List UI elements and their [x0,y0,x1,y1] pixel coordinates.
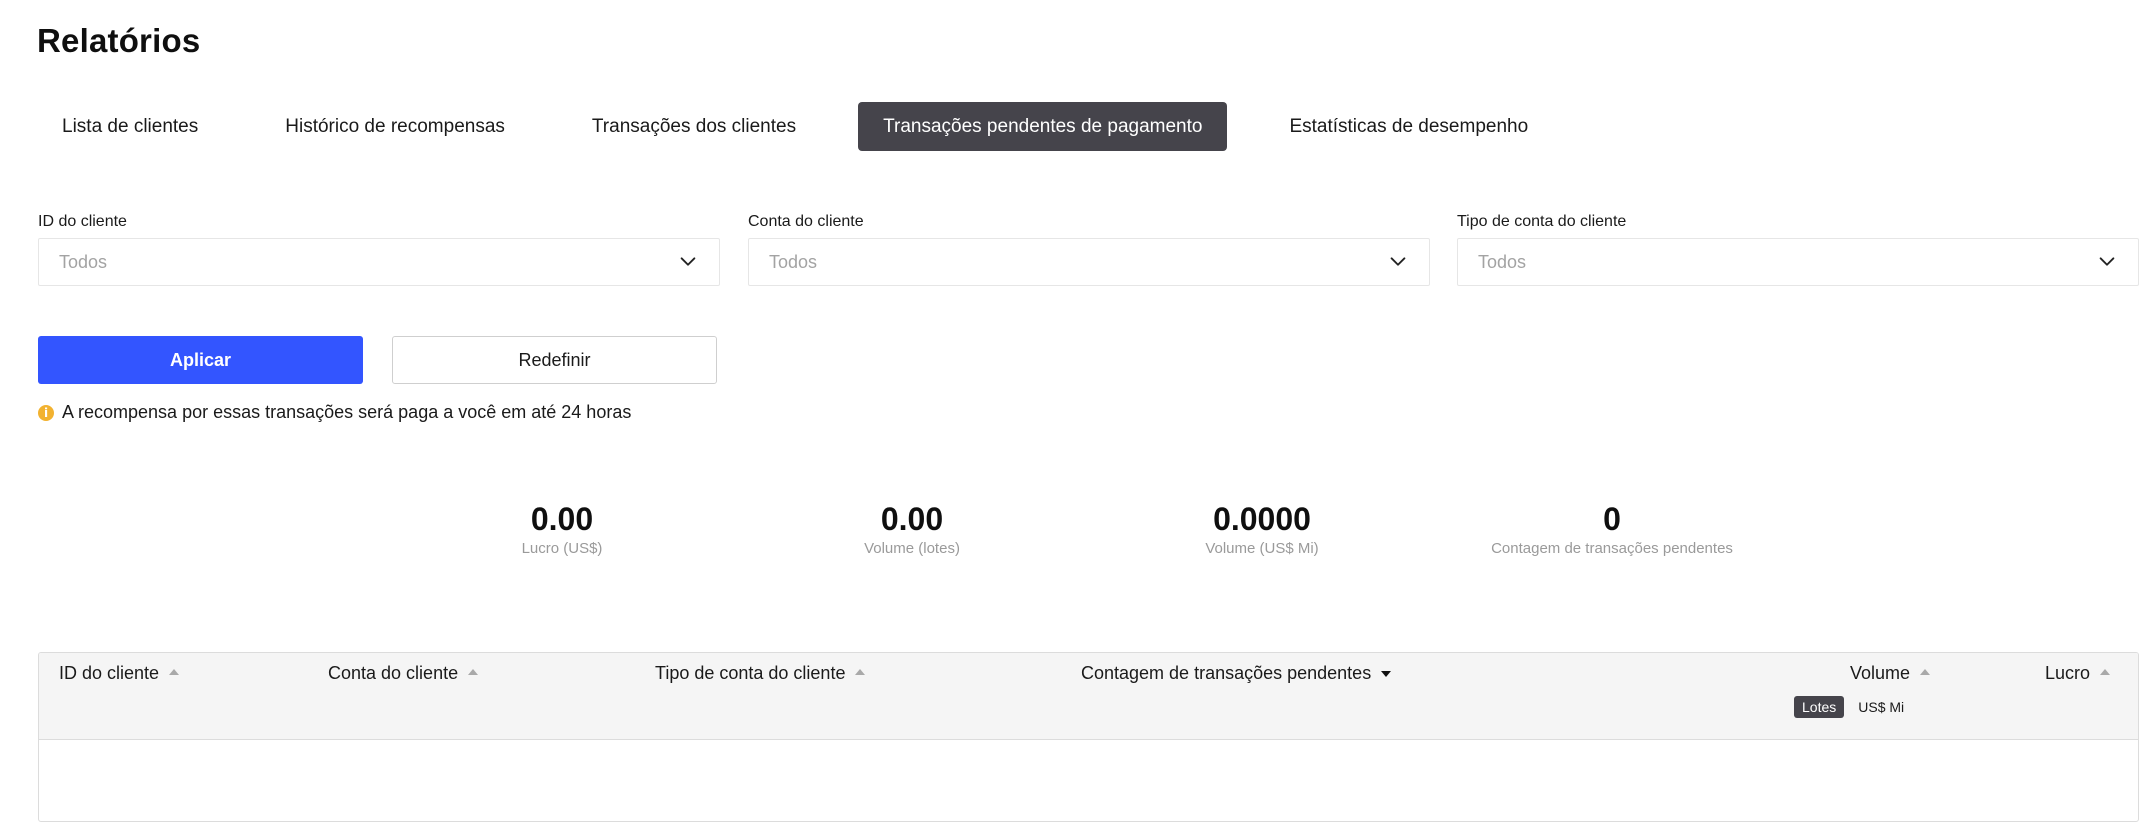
column-header-label: Contagem de transações pendentes [1081,663,1372,683]
sort-asc-icon [855,668,866,675]
apply-button[interactable]: Aplicar [38,336,363,384]
tab-reward-history[interactable]: Histórico de recompensas [260,102,530,151]
chevron-down-icon [1390,257,1406,266]
reset-button[interactable]: Redefinir [392,336,717,384]
filter-client-id: ID do cliente Todos [38,212,720,286]
column-header-label: Conta do cliente [328,663,459,683]
column-header-client-account-type[interactable]: Tipo de conta do cliente [655,663,866,684]
page-title: Relatórios [37,22,201,59]
pending-transactions-table: ID do cliente Conta do cliente Tipo de c… [38,652,2139,822]
sort-asc-icon [169,668,180,675]
stat-profit-label: Lucro (US$) [521,540,603,557]
column-header-label: ID do cliente [59,663,160,683]
unit-usd-million-button[interactable]: US$ Mi [1850,696,1912,718]
volume-unit-toggle: Lotes US$ Mi [1794,696,1918,718]
stat-pending-count: 0 Contagem de transações pendentes [1452,498,1772,558]
sort-asc-icon [2100,668,2111,675]
stat-volume-usd-value: 0.0000 [1213,501,1311,537]
payout-notice-text: A recompensa por essas transações será p… [62,402,632,422]
stat-volume-usd: 0.0000 Volume (US$ Mi) [1102,498,1422,558]
tab-performance-stats[interactable]: Estatísticas de desempenho [1264,102,1553,151]
stat-volume-usd-label: Volume (US$ Mi) [1205,540,1319,557]
tab-client-transactions[interactable]: Transações dos clientes [567,102,821,151]
column-header-profit[interactable]: Lucro [2045,663,2111,684]
report-tabs: Lista de clientes Histórico de recompens… [37,102,1590,151]
payout-notice: i A recompensa por essas transações será… [38,402,631,423]
chevron-down-icon [2099,257,2115,266]
sort-desc-icon [1381,670,1392,677]
stat-volume-lots-label: Volume (lotes) [864,540,960,557]
filter-client-account-type: Tipo de conta do cliente Todos [1457,212,2139,286]
info-icon: i [38,404,54,421]
stat-profit-value: 0.00 [530,501,594,537]
chevron-down-icon [680,257,696,266]
sort-asc-icon [468,668,479,675]
column-header-volume[interactable]: Volume [1850,663,1931,684]
client-account-type-select-value: Todos [1478,251,1527,272]
sort-asc-icon [1920,668,1931,675]
stat-volume-lots-value: 0.00 [880,501,944,537]
column-header-label: Lucro [2045,663,2091,683]
client-account-select-value: Todos [769,251,818,272]
stat-pending-count-value: 0 [1603,501,1621,537]
client-account-type-select[interactable]: Todos [1457,238,2139,286]
filter-client-account-label: Conta do cliente [748,213,864,230]
column-header-client-account[interactable]: Conta do cliente [328,663,479,684]
filter-client-account: Conta do cliente Todos [748,212,1430,286]
client-id-select-value: Todos [59,251,108,272]
table-header: ID do cliente Conta do cliente Tipo de c… [39,653,2138,740]
tab-pending-transactions[interactable]: Transações pendentes de pagamento [858,102,1228,151]
column-header-label: Volume [1850,663,1911,683]
client-account-select[interactable]: Todos [748,238,1430,286]
reports-page: Relatórios Lista de clientes Histórico d… [0,0,2151,822]
client-id-select[interactable]: Todos [38,238,720,286]
unit-lots-button[interactable]: Lotes [1794,696,1845,718]
column-header-label: Tipo de conta do cliente [655,663,846,683]
stat-volume-lots: 0.00 Volume (lotes) [752,498,1072,558]
stat-pending-count-label: Contagem de transações pendentes [1491,540,1733,557]
tab-client-list[interactable]: Lista de clientes [37,102,223,151]
stat-profit: 0.00 Lucro (US$) [402,498,722,558]
column-header-pending-count[interactable]: Contagem de transações pendentes [1081,663,1392,684]
table-body [39,740,2138,821]
filter-client-account-type-label: Tipo de conta do cliente [1457,213,1627,230]
filter-client-id-label: ID do cliente [38,213,127,230]
column-header-client-id[interactable]: ID do cliente [59,663,180,684]
